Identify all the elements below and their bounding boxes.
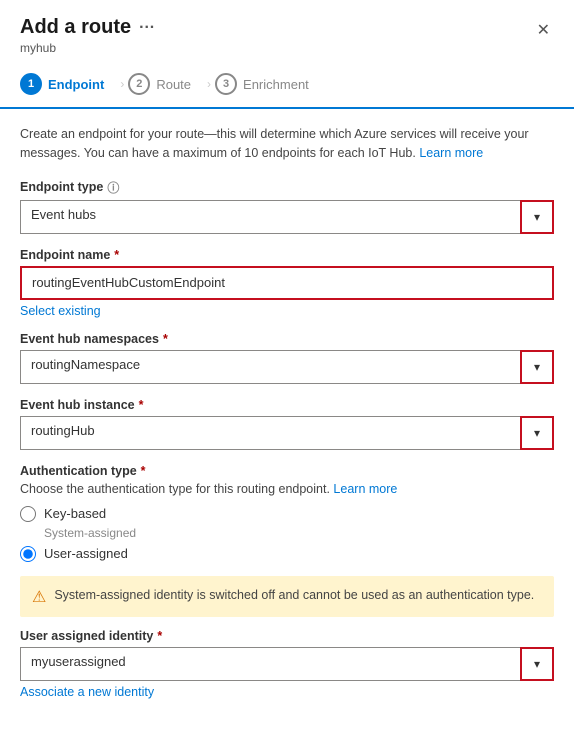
endpoint-name-required: * <box>114 248 119 262</box>
endpoint-type-select[interactable]: Event hubs <box>20 200 554 234</box>
step-2-label: Route <box>156 77 191 92</box>
chevron-down-icon-inst: ▾ <box>534 426 540 440</box>
close-button[interactable]: ✕ <box>533 18 554 42</box>
chevron-down-icon-uid: ▾ <box>534 657 540 671</box>
auth-desc: Choose the authentication type for this … <box>20 482 554 496</box>
select-existing-link[interactable]: Select existing <box>20 304 101 318</box>
panel-header: Add a route ··· myhub ✕ <box>0 0 574 59</box>
event-hub-namespaces-label: Event hub namespaces * <box>20 332 554 346</box>
panel-title-row: Add a route ··· <box>20 16 155 39</box>
warning-icon: ⚠ <box>32 587 46 607</box>
user-identity-label: User assigned identity * <box>20 629 554 643</box>
user-identity-dropdown-btn[interactable]: ▾ <box>520 647 554 681</box>
endpoint-name-label: Endpoint name * <box>20 248 554 262</box>
chevron-down-icon: ▾ <box>534 210 540 224</box>
auth-learn-more[interactable]: Learn more <box>333 482 397 496</box>
add-route-panel: Add a route ··· myhub ✕ 1 Endpoint › 2 R… <box>0 0 574 733</box>
user-assigned-radio[interactable] <box>20 546 36 562</box>
key-based-label[interactable]: Key-based <box>44 506 106 521</box>
user-identity-required: * <box>157 629 162 643</box>
description-text: Create an endpoint for your route—this w… <box>20 125 554 163</box>
step-sep-2: › <box>207 77 211 91</box>
event-hub-namespaces-required: * <box>163 332 168 346</box>
associate-new-identity-link[interactable]: Associate a new identity <box>20 685 154 699</box>
endpoint-type-group: Endpoint type ⓘ Event hubs ▾ <box>20 179 554 234</box>
event-hub-namespaces-wrapper: routingNamespace ▾ <box>20 350 554 384</box>
step-1[interactable]: 1 Endpoint <box>20 69 116 99</box>
user-identity-select[interactable]: myuserassigned <box>20 647 554 681</box>
endpoint-type-wrapper: Event hubs ▾ <box>20 200 554 234</box>
event-hub-instance-group: Event hub instance * routingHub ▾ <box>20 398 554 450</box>
endpoint-type-label: Endpoint type ⓘ <box>20 179 554 196</box>
event-hub-instance-label: Event hub instance * <box>20 398 554 412</box>
steps-row: 1 Endpoint › 2 Route › 3 Enrichment <box>0 59 574 109</box>
user-identity-wrapper: myuserassigned ▾ <box>20 647 554 681</box>
auth-type-section: Authentication type * Choose the authent… <box>20 464 554 562</box>
auth-type-label: Authentication type * <box>20 464 554 478</box>
endpoint-type-info-icon[interactable]: ⓘ <box>107 179 119 196</box>
event-hub-namespaces-select[interactable]: routingNamespace <box>20 350 554 384</box>
step-3[interactable]: 3 Enrichment <box>215 69 321 99</box>
event-hub-instance-select[interactable]: routingHub <box>20 416 554 450</box>
description-learn-more[interactable]: Learn more <box>419 146 483 160</box>
auth-radio-group: Key-based System-assigned User-assigned <box>20 506 554 562</box>
event-hub-instance-required: * <box>139 398 144 412</box>
endpoint-name-group: Endpoint name * Select existing <box>20 248 554 318</box>
auth-type-required: * <box>141 464 146 478</box>
endpoint-name-input[interactable] <box>20 266 554 300</box>
radio-key-based: Key-based <box>20 506 554 522</box>
user-assigned-label[interactable]: User-assigned <box>44 546 128 561</box>
content-area: Create an endpoint for your route—this w… <box>0 109 574 729</box>
step-3-circle: 3 <box>215 73 237 95</box>
ellipsis-menu[interactable]: ··· <box>139 19 155 37</box>
chevron-down-icon-ns: ▾ <box>534 360 540 374</box>
step-1-circle: 1 <box>20 73 42 95</box>
user-identity-group: User assigned identity * myuserassigned … <box>20 629 554 699</box>
title-group: Add a route ··· myhub <box>20 16 155 55</box>
system-assigned-sublabel: System-assigned <box>44 526 554 540</box>
event-hub-namespaces-dropdown-btn[interactable]: ▾ <box>520 350 554 384</box>
event-hub-instance-wrapper: routingHub ▾ <box>20 416 554 450</box>
radio-user-assigned: User-assigned <box>20 546 554 562</box>
panel-title-text: Add a route <box>20 16 131 39</box>
key-based-radio[interactable] <box>20 506 36 522</box>
step-sep-1: › <box>120 77 124 91</box>
warning-box: ⚠ System-assigned identity is switched o… <box>20 576 554 617</box>
step-1-label: Endpoint <box>48 77 104 92</box>
event-hub-namespaces-group: Event hub namespaces * routingNamespace … <box>20 332 554 384</box>
warning-text: System-assigned identity is switched off… <box>54 586 534 605</box>
event-hub-instance-dropdown-btn[interactable]: ▾ <box>520 416 554 450</box>
step-2[interactable]: 2 Route <box>128 69 203 99</box>
step-3-label: Enrichment <box>243 77 309 92</box>
step-2-circle: 2 <box>128 73 150 95</box>
endpoint-type-dropdown-btn[interactable]: ▾ <box>520 200 554 234</box>
panel-subtitle: myhub <box>20 41 155 55</box>
